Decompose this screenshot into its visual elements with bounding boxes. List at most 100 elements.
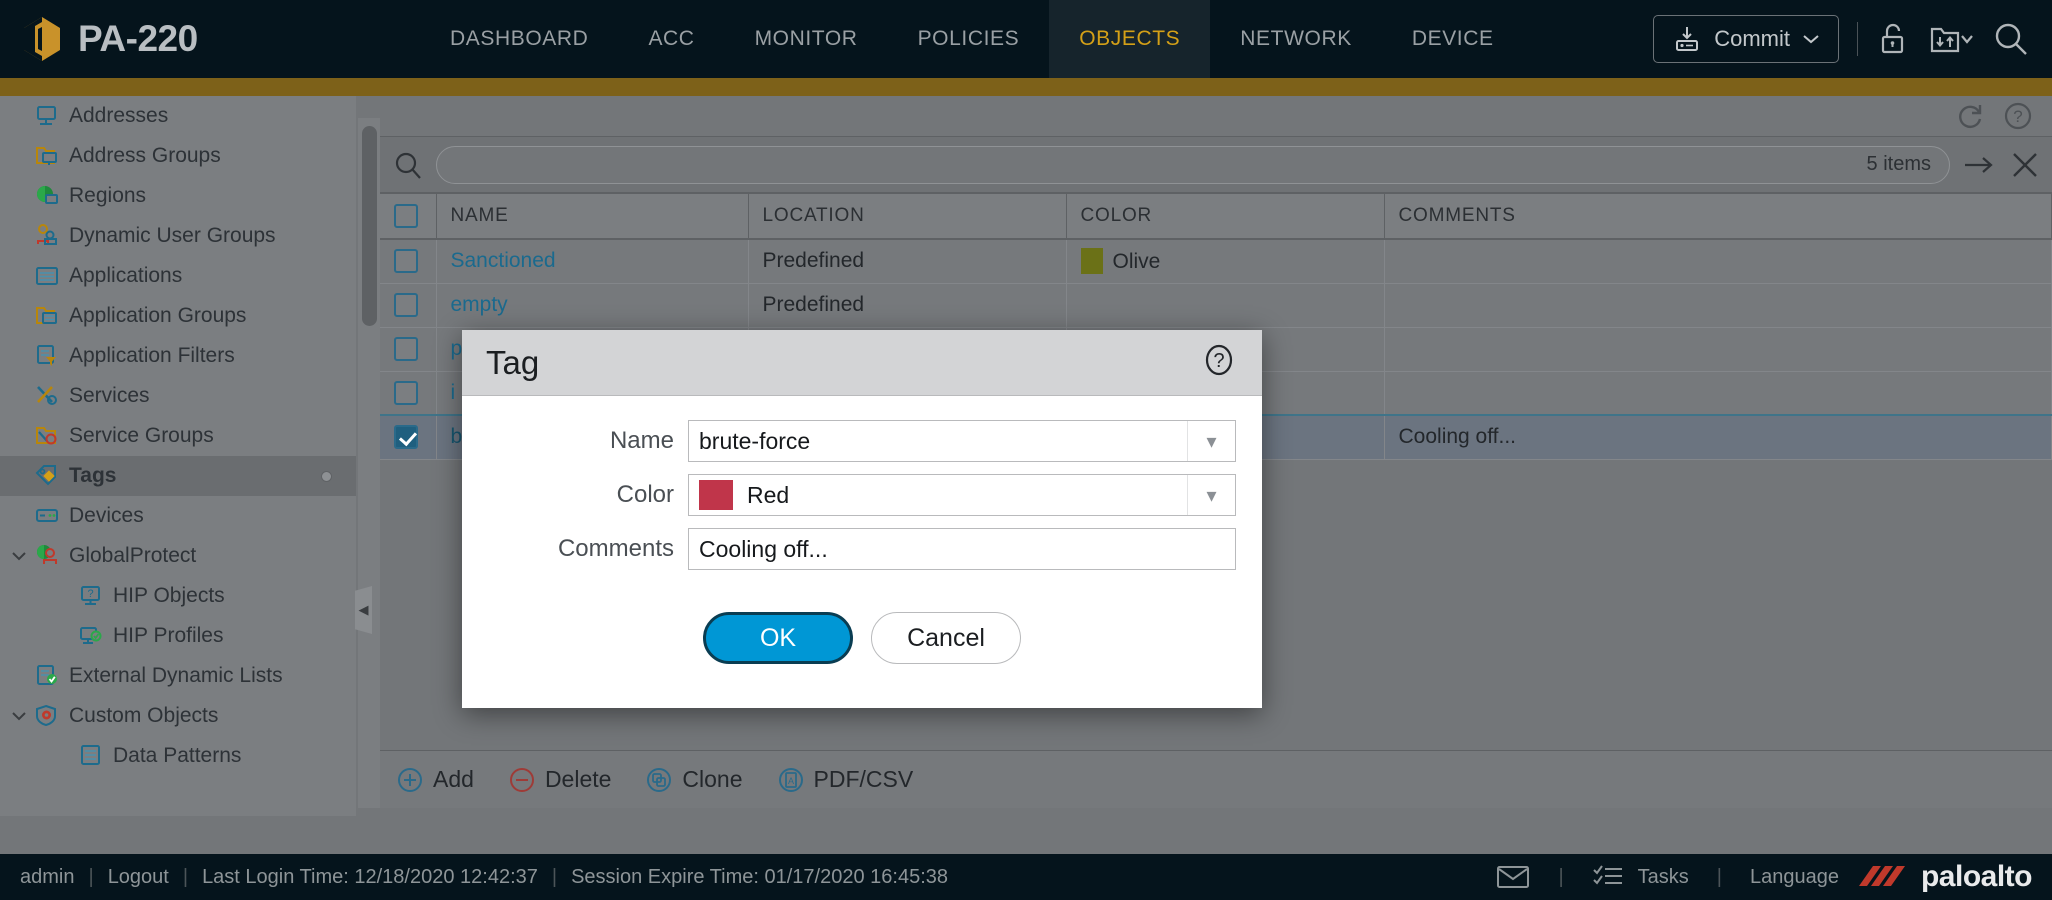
sidebar-item-services[interactable]: Services: [0, 376, 356, 416]
search-icon[interactable]: [392, 149, 424, 181]
add-button[interactable]: Add: [396, 766, 474, 794]
svg-text:?: ?: [1213, 350, 1224, 372]
chevron-down-icon[interactable]: [8, 545, 30, 567]
sidebar-item-custom-objects[interactable]: Custom Objects: [0, 696, 356, 736]
row-name-link[interactable]: b: [451, 425, 463, 448]
row-checkbox[interactable]: [394, 293, 418, 318]
cancel-button[interactable]: Cancel: [871, 612, 1021, 664]
gold-accent-bar: [0, 78, 2052, 96]
row-comments-cell: [1384, 283, 2052, 328]
apply-filter-icon[interactable]: [1962, 149, 1996, 181]
sidebar-label: Devices: [69, 504, 144, 527]
language-link[interactable]: Language: [1750, 866, 1839, 889]
nav-monitor[interactable]: MONITOR: [725, 0, 888, 78]
tag-dialog: Tag ? Name brute-force ▾ Color Red ▾ Com…: [462, 330, 1262, 708]
search-input[interactable]: 5 items: [436, 145, 1950, 184]
row-checkbox[interactable]: [394, 425, 418, 450]
globe-icon: [37, 186, 58, 204]
row-name-link[interactable]: i: [451, 381, 456, 404]
row-checkbox[interactable]: [394, 337, 418, 362]
session-expire-time: Session Expire Time: 01/17/2020 16:45:38: [571, 865, 948, 888]
refresh-icon[interactable]: [1954, 100, 1986, 132]
select-all-header[interactable]: [380, 192, 437, 240]
select-all-checkbox[interactable]: [394, 204, 418, 228]
sidebar-item-service-groups[interactable]: Service Groups: [0, 416, 356, 456]
sidebar-item-hip-profiles[interactable]: HIP Profiles: [0, 616, 356, 656]
commit-button[interactable]: Commit: [1653, 15, 1839, 63]
sidebar-item-external-dynamic-lists[interactable]: External Dynamic Lists: [0, 656, 356, 696]
sidebar-label: Regions: [69, 184, 147, 207]
sidebar-item-application-filters[interactable]: Application Filters: [0, 336, 356, 376]
top-navigation-bar: PA-220 DASHBOARD ACC MONITOR POLICIES OB…: [0, 0, 2052, 78]
row-name-link[interactable]: empty: [451, 293, 508, 316]
column-header-location[interactable]: LOCATION: [748, 192, 1067, 240]
row-checkbox-cell[interactable]: [380, 327, 437, 372]
row-checkbox[interactable]: [394, 249, 418, 274]
nav-policies[interactable]: POLICIES: [888, 0, 1050, 78]
search-icon[interactable]: [1992, 20, 2030, 58]
content-vertical-scrollbar[interactable]: [358, 118, 380, 808]
name-label: Name: [609, 427, 674, 454]
row-location-cell: Predefined: [748, 283, 1067, 328]
sidebar-item-tags[interactable]: Tags: [0, 456, 356, 496]
mail-icon[interactable]: [1496, 864, 1530, 890]
row-checkbox-cell[interactable]: [380, 371, 437, 416]
column-header-name[interactable]: NAME: [436, 192, 749, 240]
nav-acc[interactable]: ACC: [618, 0, 724, 78]
row-name-link[interactable]: Sanctioned: [451, 249, 556, 272]
color-select[interactable]: Red ▾: [688, 474, 1236, 516]
search-row: 5 items: [380, 136, 2052, 192]
sidebar-label: Application Filters: [69, 344, 235, 367]
help-circle-icon[interactable]: ?: [1200, 341, 1238, 384]
row-checkbox-cell[interactable]: [380, 283, 437, 328]
sidebar-item-devices[interactable]: Devices: [0, 496, 356, 536]
tasks-icon[interactable]: [1592, 863, 1624, 891]
row-checkbox[interactable]: [394, 380, 418, 405]
pdf-csv-button[interactable]: A PDF/CSV: [777, 766, 913, 794]
table-row[interactable]: empty Predefined: [380, 283, 2052, 328]
row-comments-cell: [1384, 239, 2052, 284]
row-checkbox-cell[interactable]: [380, 239, 437, 284]
row-name-cell[interactable]: Sanctioned: [436, 239, 749, 284]
nav-device[interactable]: DEVICE: [1382, 0, 1524, 78]
item-count: 5 items: [1866, 153, 1931, 175]
sidebar-collapse-handle[interactable]: ◀: [355, 586, 372, 634]
column-header-color[interactable]: COLOR: [1066, 192, 1385, 240]
sidebar-item-data-patterns[interactable]: Data Patterns: [0, 736, 356, 776]
sidebar-item-applications[interactable]: Applications: [0, 256, 356, 296]
sidebar-item-dynamic-user-groups[interactable]: Dynamic User Groups: [0, 216, 356, 256]
delete-button[interactable]: Delete: [508, 766, 611, 794]
nav-objects[interactable]: OBJECTS: [1049, 0, 1211, 78]
chevron-down-icon[interactable]: [8, 705, 30, 727]
row-name-cell[interactable]: empty: [436, 283, 749, 328]
sidebar-item-globalprotect[interactable]: GlobalProtect: [0, 536, 356, 576]
clone-button[interactable]: Clone: [645, 766, 743, 794]
sidebar-item-addresses[interactable]: Addresses: [0, 96, 356, 136]
clear-filter-icon[interactable]: [2008, 149, 2042, 181]
logout-link[interactable]: Logout: [108, 866, 169, 889]
chevron-down-icon[interactable]: ▾: [1187, 475, 1235, 515]
tasks-link[interactable]: Tasks: [1638, 866, 1689, 889]
unlock-icon[interactable]: [1876, 21, 1910, 57]
nav-network[interactable]: NETWORK: [1210, 0, 1382, 78]
row-name-link[interactable]: p: [451, 337, 463, 360]
row-checkbox-cell[interactable]: [380, 414, 437, 460]
table-row[interactable]: Sanctioned Predefined Olive: [380, 239, 2052, 284]
ok-button[interactable]: OK: [703, 612, 853, 664]
chevron-down-icon[interactable]: ▾: [1187, 421, 1235, 461]
column-header-comments[interactable]: COMMENTS: [1384, 192, 2052, 240]
comments-input[interactable]: Cooling off...: [688, 528, 1236, 570]
sidebar-item-application-groups[interactable]: Application Groups: [0, 296, 356, 336]
product-name: PA-220: [78, 18, 198, 59]
sidebar-item-hip-objects[interactable]: ? HIP Objects: [0, 576, 356, 616]
sidebar-item-regions[interactable]: Regions: [0, 176, 356, 216]
help-circle-icon[interactable]: ?: [2002, 100, 2034, 132]
svg-text:?: ?: [87, 588, 93, 600]
sidebar-item-address-groups[interactable]: Address Groups: [0, 136, 356, 176]
users-icon: [37, 224, 57, 245]
comments-value: Cooling off...: [699, 535, 828, 562]
config-transfer-icon[interactable]: [1928, 21, 1974, 57]
monitor-icon: [37, 106, 56, 125]
name-input[interactable]: brute-force ▾: [688, 420, 1236, 462]
nav-dashboard[interactable]: DASHBOARD: [420, 0, 618, 78]
